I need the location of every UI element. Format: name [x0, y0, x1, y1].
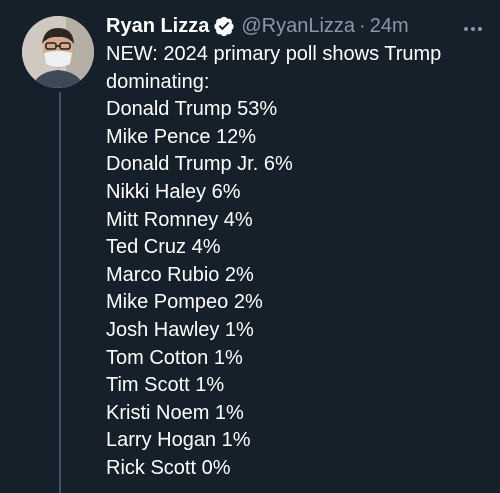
poll-result-line: Mike Pompeo 2%	[106, 291, 263, 314]
poll-result-line: Tim Scott 1%	[106, 374, 225, 397]
avatar[interactable]	[22, 16, 94, 88]
poll-result-line: Josh Hawley 1%	[106, 318, 254, 341]
poll-result-line: Rick Scott 0%	[106, 456, 231, 479]
author-name[interactable]: Ryan Lizza	[106, 15, 209, 38]
poll-result-line: Ted Cruz 4%	[106, 236, 221, 259]
tweet-text-line: NEW: 2024 primary poll shows Trump	[106, 43, 442, 65]
timestamp[interactable]: 24m	[370, 15, 409, 38]
more-button[interactable]	[460, 14, 486, 38]
poll-result-line: Kristi Noem 1%	[106, 401, 244, 424]
separator-dot: ·	[359, 14, 366, 37]
tweet-text: NEW: 2024 primary poll shows Trump domin…	[106, 41, 486, 483]
author-handle[interactable]: @RyanLizza	[241, 15, 355, 38]
poll-result-line: Mitt Romney 4%	[106, 208, 253, 231]
tweet-text-line: dominating:	[106, 70, 210, 93]
poll-result-line: Tom Cotton 1%	[106, 346, 243, 369]
poll-result-line: Marco Rubio 2%	[106, 263, 254, 286]
tweet-header: Ryan Lizza @RyanLizza · 24m	[106, 12, 486, 40]
poll-result-line: Larry Hogan 1%	[106, 429, 251, 452]
more-horizontal-icon	[463, 15, 483, 38]
poll-result-line: Nikki Haley 6%	[106, 180, 241, 203]
thread-line	[59, 92, 61, 493]
verified-badge-icon	[213, 15, 235, 37]
poll-result-line: Donald Trump 53%	[106, 98, 278, 121]
tweet[interactable]: Ryan Lizza @RyanLizza · 24m NEW: 2024 pr…	[0, 0, 500, 493]
poll-result-line: Mike Pence 12%	[106, 125, 257, 148]
poll-result-line: Donald Trump Jr. 6%	[106, 153, 293, 176]
